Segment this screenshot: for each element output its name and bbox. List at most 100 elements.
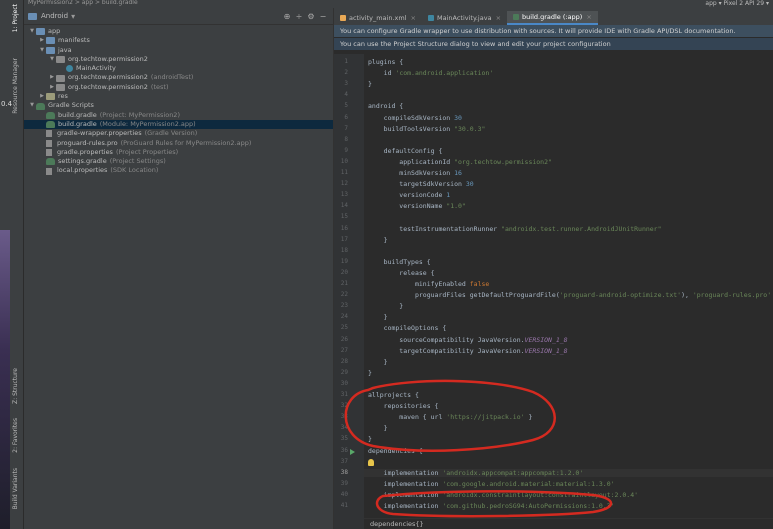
code-line[interactable]: applicationId "org.techtow.permission2": [368, 158, 552, 166]
gradle-wrapper-banner[interactable]: You can configure Gradle wrapper to use …: [334, 25, 773, 38]
code-token: repositories {: [368, 402, 439, 411]
code-line[interactable]: }: [368, 369, 372, 377]
code-line[interactable]: implementation 'androidx.appcompat:appco…: [364, 468, 773, 477]
code-token: defaultConfig {: [368, 146, 443, 155]
package-icon: [56, 83, 65, 91]
view-selector[interactable]: Android: [41, 12, 68, 20]
minimize-icon[interactable]: −: [317, 12, 329, 21]
code-line[interactable]: allprojects {: [368, 391, 419, 399]
code-line[interactable]: implementation 'com.github.pedroSG94:Aut…: [368, 502, 615, 510]
code-line[interactable]: repositories {: [368, 402, 439, 411]
tree-item[interactable]: gradle.properties (Project Properties): [24, 148, 333, 157]
tree-item[interactable]: ▶ org.techtow.permission2 (test): [24, 83, 333, 92]
tool-tab-resource-manager[interactable]: Resource Manager: [12, 58, 19, 114]
code-token: versionName: [368, 202, 447, 211]
code-line[interactable]: implementation 'com.google.android.mater…: [368, 480, 615, 488]
close-icon[interactable]: ×: [586, 10, 591, 24]
code-line[interactable]: minifyEnabled false: [368, 280, 489, 288]
tree-item[interactable]: ▼ java: [24, 46, 333, 55]
tree-item[interactable]: local.properties (SDK Location): [24, 166, 333, 175]
editor-tab[interactable]: MainActivity.java ×: [422, 11, 507, 25]
editor-tab[interactable]: activity_main.xml ×: [334, 11, 422, 25]
code-token: applicationId: [368, 157, 455, 166]
code-line[interactable]: id 'com.android.application': [368, 69, 494, 77]
code-line[interactable]: sourceCompatibility JavaVersion.VERSION_…: [368, 336, 567, 344]
chevron-down-icon[interactable]: ▾: [71, 12, 75, 21]
side-number: 0.4: [1, 100, 13, 108]
intention-bulb-icon[interactable]: [368, 458, 374, 466]
code-editor[interactable]: 1 2 3 4 5 6 7 8 9 10 11 12 13 14 15 16 17 18 19 20 21 22 23 24 2…: [334, 54, 773, 529]
code-line[interactable]: targetCompatibility JavaVersion.VERSION_…: [368, 347, 567, 355]
file-icon: [46, 149, 52, 156]
code-line[interactable]: versionName "1.0": [368, 202, 466, 210]
gradle-icon: [46, 111, 55, 119]
tool-tab-build-variants[interactable]: Build Variants: [12, 468, 19, 509]
target-icon[interactable]: ⊕: [281, 12, 293, 21]
tree-item[interactable]: settings.gradle (Project Settings): [24, 157, 333, 166]
tree-item[interactable]: build.gradle (Project: MyPermission2): [24, 111, 333, 120]
tree-item[interactable]: ▶ org.techtow.permission2 (androidTest): [24, 73, 333, 82]
code-line[interactable]: release {: [368, 269, 434, 277]
collapse-icon[interactable]: ÷: [293, 12, 305, 21]
code-line[interactable]: versionCode 1: [368, 191, 450, 199]
tree-item-detail: (Gradle Version): [144, 129, 198, 138]
code-line[interactable]: targetSdkVersion 30: [368, 180, 473, 188]
code-line[interactable]: android {: [368, 102, 403, 110]
code-line[interactable]: defaultConfig {: [368, 146, 443, 155]
code-line[interactable]: minSdkVersion 16: [368, 169, 462, 177]
code-line[interactable]: implementation 'androidx.constraintlayou…: [368, 491, 638, 499]
tree-item[interactable]: ▶ manifests: [24, 36, 333, 45]
run-gutter-icon[interactable]: [350, 448, 355, 455]
code-line[interactable]: compileOptions {: [368, 324, 447, 332]
close-icon[interactable]: ×: [496, 11, 501, 25]
code-line[interactable]: }: [368, 435, 372, 443]
code-line[interactable]: maven { url 'https://jitpack.io' }: [368, 413, 532, 421]
tree-item[interactable]: ▼ Gradle Scripts: [24, 101, 333, 110]
tree-item-label: gradle.properties: [57, 147, 113, 156]
gear-icon[interactable]: ⚙: [305, 12, 317, 21]
code-token: }: [368, 357, 388, 366]
code-line[interactable]: }: [368, 302, 403, 310]
collapsed-arrow-icon[interactable]: ▶: [38, 36, 46, 45]
tree-item[interactable]: ▼ org.techtow.permission2: [24, 55, 333, 64]
collapsed-arrow-icon[interactable]: ▶: [48, 73, 56, 82]
tool-tab-project[interactable]: 1: Project: [12, 4, 19, 32]
collapsed-arrow-icon[interactable]: ▶: [48, 83, 56, 92]
code-line[interactable]: plugins {: [368, 58, 403, 66]
code-line[interactable]: proguardFiles getDefaultProguardFile('pr…: [368, 291, 771, 299]
breadcrumb[interactable]: dependencies{}: [364, 518, 773, 529]
code-line[interactable]: }: [368, 424, 388, 432]
code-line[interactable]: }: [368, 236, 388, 244]
project-tree: ▼ app ▶ manifests ▼ java ▼ org.techtow.permissi…: [24, 25, 333, 176]
tab-label: activity_main.xml: [349, 14, 407, 22]
file-type-icon: [513, 14, 520, 20]
code-line[interactable]: compileSdkVersion 30: [368, 114, 462, 122]
code-line[interactable]: }: [368, 313, 388, 321]
close-icon[interactable]: ×: [411, 11, 416, 25]
editor-tab[interactable]: build.gradle (:app) ×: [507, 11, 598, 25]
run-configuration[interactable]: app ▾ Pixel 2 API 29 ▾: [701, 0, 773, 8]
collapsed-arrow-icon[interactable]: ▶: [38, 92, 46, 101]
code-line[interactable]: }: [368, 358, 388, 366]
tree-item[interactable]: proguard-rules.pro (ProGuard Rules for My…: [24, 139, 333, 148]
code-line[interactable]: buildToolsVersion "30.0.3": [368, 125, 486, 133]
tree-item[interactable]: MainActivity: [24, 64, 333, 73]
code-line[interactable]: buildTypes {: [368, 258, 431, 266]
tool-tab-favorites[interactable]: 2: Favorites: [12, 418, 19, 453]
code-token: 'androidx.appcompat:appcompat:1.2.0': [442, 468, 584, 477]
expanded-arrow-icon[interactable]: ▼: [28, 27, 36, 36]
code-line[interactable]: }: [368, 80, 372, 88]
expanded-arrow-icon[interactable]: ▼: [48, 55, 56, 64]
project-structure-banner[interactable]: You can use the Project Structure dialog…: [334, 38, 773, 51]
code-line[interactable]: testInstrumentationRunner "androidx.test…: [368, 225, 661, 233]
tree-item[interactable]: ▶ res: [24, 92, 333, 101]
line-number: 21: [340, 280, 348, 287]
tool-tab-structure[interactable]: Z: Structure: [12, 368, 19, 404]
tree-item[interactable]: gradle-wrapper.properties (Gradle Version…: [24, 129, 333, 138]
tree-item[interactable]: build.gradle (Module: MyPermission2.app): [24, 119, 333, 130]
expanded-arrow-icon[interactable]: ▼: [28, 101, 36, 110]
code-line[interactable]: dependencies {: [368, 447, 423, 455]
tree-item[interactable]: ▼ app: [24, 27, 333, 36]
expanded-arrow-icon[interactable]: ▼: [38, 46, 46, 55]
line-number: 13: [340, 191, 348, 199]
